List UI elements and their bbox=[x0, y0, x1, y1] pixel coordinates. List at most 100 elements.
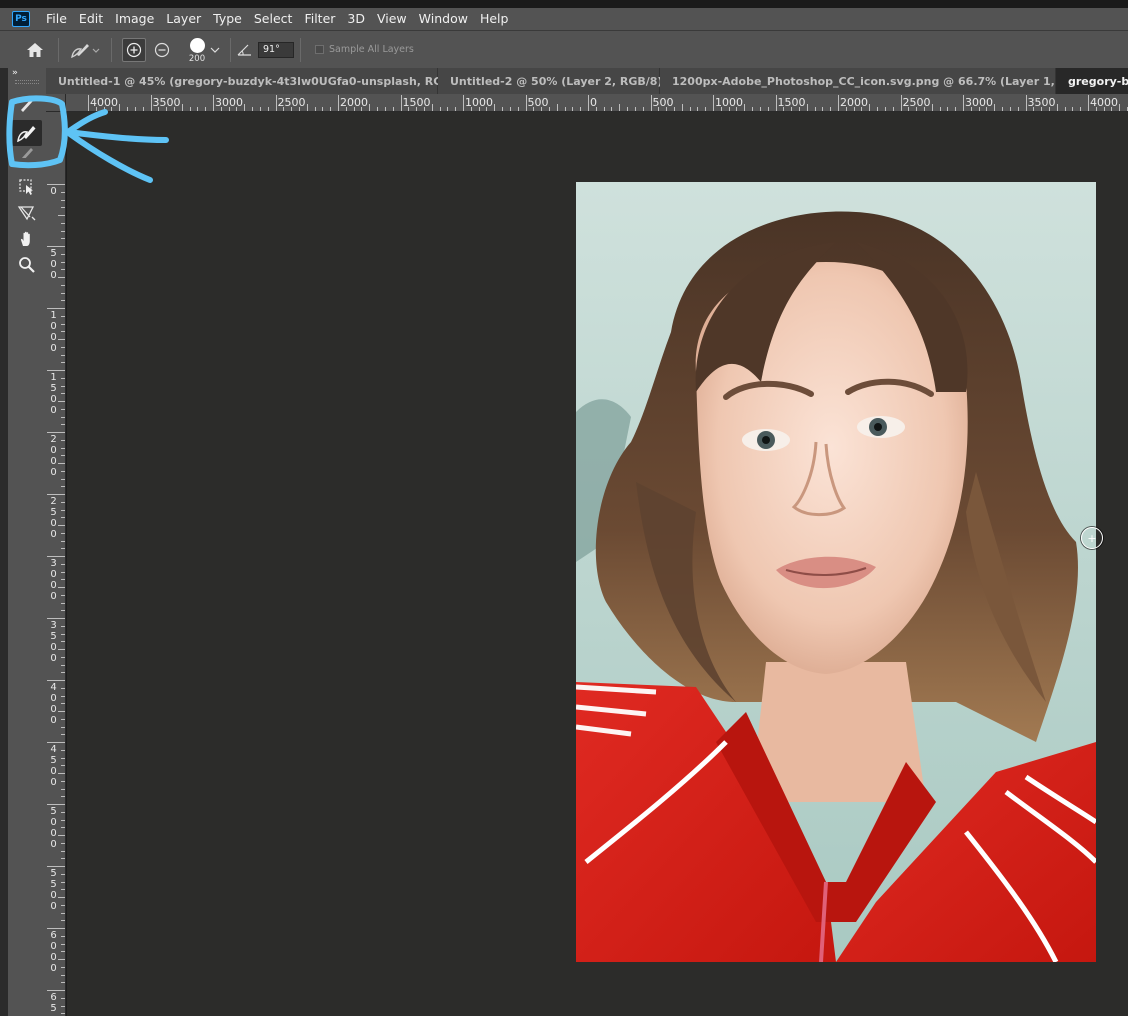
ruler-minor-tick bbox=[798, 107, 800, 111]
tab-label: 1200px-Adobe_Photoshop_CC_icon.svg.png @… bbox=[672, 74, 1102, 88]
angle-input[interactable]: 91° bbox=[258, 41, 294, 58]
ruler-minor-tick bbox=[392, 107, 394, 111]
ruler-minor-tick bbox=[189, 107, 191, 111]
ruler-label: 5500 bbox=[50, 868, 57, 912]
add-to-selection-button[interactable] bbox=[122, 37, 146, 62]
ruler-minor-tick bbox=[61, 881, 65, 883]
ruler-minor-tick bbox=[752, 107, 754, 111]
menu-window[interactable]: Window bbox=[413, 8, 474, 30]
ruler-minor-tick bbox=[61, 726, 65, 728]
menu-layer[interactable]: Layer bbox=[160, 8, 207, 30]
ruler-minor-tick bbox=[455, 107, 457, 111]
ruler-minor-tick bbox=[556, 104, 558, 111]
ruler-minor-tick bbox=[791, 107, 793, 111]
ruler-minor-tick bbox=[58, 339, 65, 340]
document-tabs: Untitled-1 @ 45% (gregory-buzdyk-4t3lw0U… bbox=[46, 68, 1128, 94]
ruler-major-tick bbox=[88, 95, 89, 111]
ruler-minor-tick bbox=[61, 222, 65, 224]
ruler-label: 500 bbox=[50, 248, 57, 281]
window-top-strip bbox=[0, 0, 1128, 8]
subtract-from-selection-button[interactable] bbox=[150, 38, 174, 62]
zoom-tool[interactable] bbox=[12, 252, 42, 278]
cursor-crosshair-icon: + bbox=[1087, 531, 1097, 545]
ruler-minor-tick bbox=[61, 563, 65, 565]
ruler-minor-tick bbox=[61, 424, 65, 426]
ruler-minor-tick bbox=[478, 107, 480, 111]
tab-untitled-2[interactable]: Untitled-2 @ 50% (Layer 2, RGB/8) * × bbox=[438, 68, 690, 94]
ruler-minor-tick bbox=[61, 664, 65, 666]
tab-gregory-buzdyk[interactable]: gregory-bu bbox=[1056, 68, 1128, 94]
ruler-minor-tick bbox=[58, 649, 65, 650]
ruler-minor-tick bbox=[61, 656, 65, 658]
ruler-minor-tick bbox=[142, 107, 144, 111]
ruler-minor-tick bbox=[61, 486, 65, 488]
chevron-down-icon[interactable] bbox=[210, 46, 220, 54]
ruler-major-tick bbox=[47, 556, 65, 557]
ruler-minor-tick bbox=[947, 107, 949, 111]
ruler-major-tick bbox=[338, 95, 339, 111]
menu-file[interactable]: File bbox=[40, 8, 73, 30]
ruler-minor-tick bbox=[61, 199, 65, 201]
menu-3d[interactable]: 3D bbox=[341, 8, 371, 30]
tab-untitled-1[interactable]: Untitled-1 @ 45% (gregory-buzdyk-4t3lw0U… bbox=[46, 68, 495, 94]
ruler-major-tick bbox=[47, 370, 65, 371]
menu-filter[interactable]: Filter bbox=[298, 8, 341, 30]
ruler-minor-tick bbox=[627, 107, 629, 111]
menu-view[interactable]: View bbox=[371, 8, 413, 30]
ruler-major-tick bbox=[1088, 95, 1089, 111]
ruler-origin[interactable] bbox=[46, 94, 66, 112]
brush-picker[interactable]: 200 bbox=[182, 36, 212, 64]
menu-help[interactable]: Help bbox=[474, 8, 515, 30]
hand-tool[interactable] bbox=[12, 226, 42, 252]
ruler-minor-tick bbox=[61, 633, 65, 635]
ruler-minor-tick bbox=[61, 873, 65, 875]
tab-photoshop-icon[interactable]: 1200px-Adobe_Photoshop_CC_icon.svg.png @… bbox=[660, 68, 1119, 94]
ruler-minor-tick bbox=[744, 104, 746, 111]
ruler-minor-tick bbox=[1056, 104, 1058, 111]
ruler-minor-tick bbox=[61, 951, 65, 953]
sample-all-layers-toggle[interactable]: Sample All Layers bbox=[315, 44, 414, 55]
ruler-minor-tick bbox=[970, 107, 972, 111]
ruler-minor-tick bbox=[1064, 107, 1066, 111]
ruler-minor-tick bbox=[345, 107, 347, 111]
ruler-minor-tick bbox=[61, 974, 65, 976]
panel-grip[interactable] bbox=[15, 80, 39, 84]
zoom-icon bbox=[19, 257, 35, 273]
quick-selection-tool[interactable] bbox=[12, 120, 42, 146]
ruler-minor-tick bbox=[61, 858, 65, 860]
ruler-minor-tick bbox=[705, 107, 707, 111]
vertical-ruler[interactable]: 0 500 1000 1500 2000 2500 3000 3500 4000 4500 5000… bbox=[46, 112, 66, 1016]
horizontal-ruler[interactable]: 4000 3500 3000 2500 2000 1500 1000 500 0 500 1000 1… bbox=[66, 94, 1128, 112]
menu-image[interactable]: Image bbox=[109, 8, 160, 30]
ruler-minor-tick bbox=[61, 416, 65, 418]
ruler-minor-tick bbox=[431, 104, 433, 111]
slice-select-icon bbox=[17, 206, 36, 221]
ruler-minor-tick bbox=[541, 107, 543, 111]
tool-preset-picker[interactable] bbox=[65, 37, 105, 63]
menu-type[interactable]: Type bbox=[207, 8, 248, 30]
ruler-minor-tick bbox=[61, 408, 65, 410]
collapse-panel-icon[interactable]: » bbox=[12, 68, 18, 78]
canvas-area[interactable]: + bbox=[67, 112, 1128, 1016]
slice-select-tool[interactable] bbox=[12, 200, 42, 226]
add-selection-icon bbox=[126, 42, 142, 57]
menu-edit[interactable]: Edit bbox=[73, 8, 109, 30]
ruler-minor-tick bbox=[61, 478, 65, 480]
ruler-minor-tick bbox=[61, 447, 65, 449]
ruler-major-tick bbox=[47, 990, 65, 991]
ruler-minor-tick bbox=[853, 107, 855, 111]
menu-select[interactable]: Select bbox=[248, 8, 299, 30]
ruler-minor-tick bbox=[314, 107, 316, 111]
object-selection-icon bbox=[19, 179, 33, 195]
document-photo[interactable] bbox=[576, 182, 1096, 962]
tab-label: Untitled-2 @ 50% (Layer 2, RGB/8) * bbox=[450, 74, 673, 88]
ruler-minor-tick bbox=[908, 107, 910, 111]
ruler-minor-tick bbox=[111, 107, 113, 111]
sample-all-layers-checkbox[interactable] bbox=[315, 45, 324, 54]
object-selection-tool[interactable] bbox=[12, 174, 42, 200]
ruler-minor-tick bbox=[61, 827, 65, 829]
ruler-major-tick bbox=[650, 95, 652, 111]
ruler-minor-tick bbox=[61, 788, 65, 790]
home-button[interactable] bbox=[18, 37, 52, 63]
partial-tool-above[interactable] bbox=[12, 100, 42, 116]
